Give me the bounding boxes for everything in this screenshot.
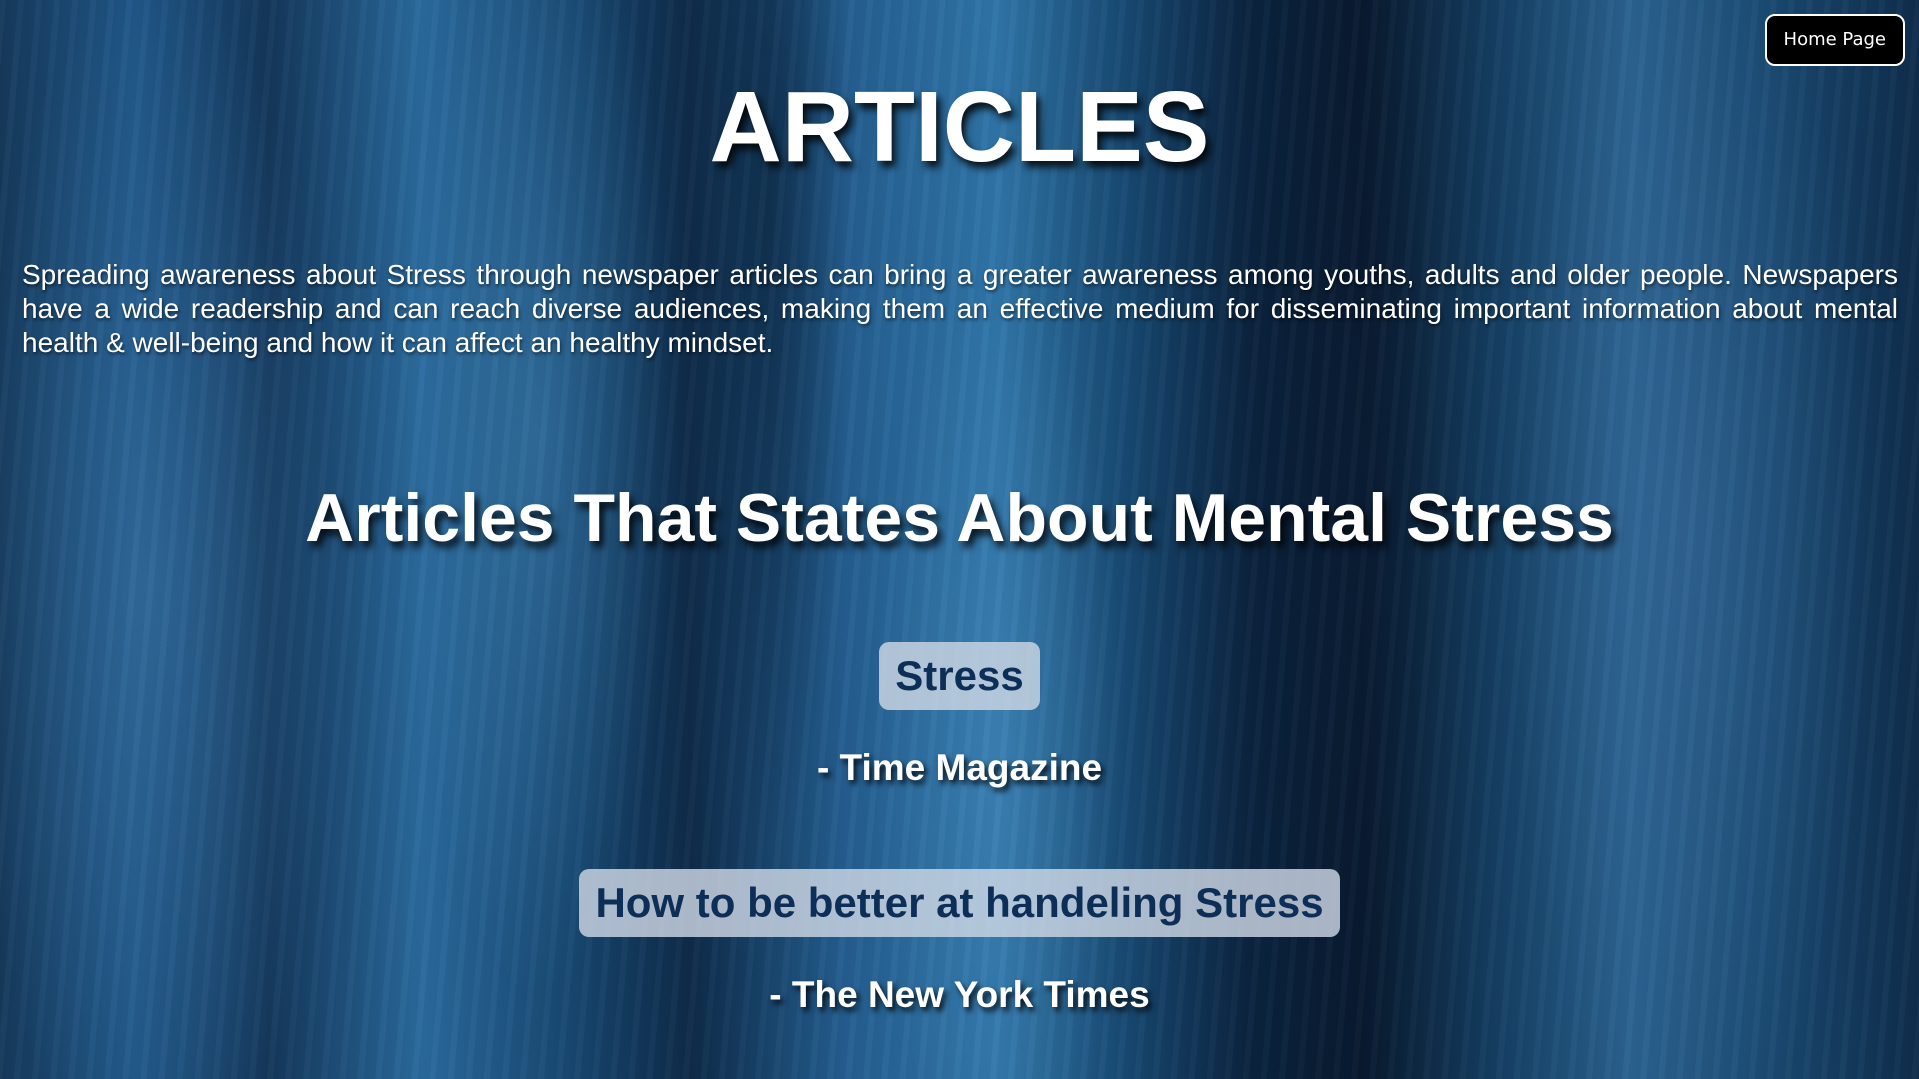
article-item: How to be better at handeling Stress - T… — [0, 869, 1919, 1017]
articles-page: { "header": { "home_button_label": "Home… — [0, 0, 1919, 1079]
article-item: Stress - Time Magazine — [0, 642, 1919, 790]
article-link-stress[interactable]: Stress — [879, 642, 1040, 710]
home-page-button[interactable]: Home Page — [1764, 14, 1905, 66]
section-heading: Articles That States About Mental Stress — [305, 480, 1614, 556]
intro-paragraph: Spreading awareness about Stress through… — [22, 259, 1898, 358]
page-title: ARTICLES — [709, 71, 1210, 183]
article-link-handling-stress[interactable]: How to be better at handeling Stress — [579, 869, 1340, 937]
article-source: - Time Magazine — [816, 747, 1103, 788]
article-source: - The New York Times — [769, 974, 1150, 1015]
